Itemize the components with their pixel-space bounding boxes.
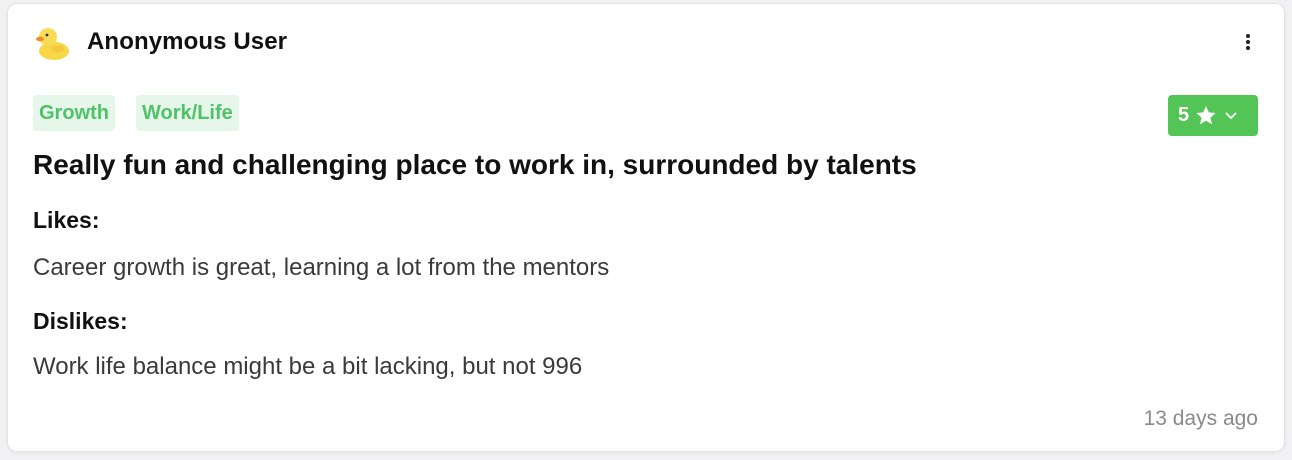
review-card: Anonymous User Growth Work/Life 5 Really… [7, 3, 1285, 452]
tag-work-life[interactable]: Work/Life [136, 95, 239, 131]
more-vertical-icon [1246, 34, 1250, 50]
tag-list: Growth Work/Life [33, 95, 239, 131]
review-header: Anonymous User [32, 22, 287, 62]
tag-growth[interactable]: Growth [33, 95, 115, 131]
more-options-button[interactable] [1238, 30, 1258, 54]
author-name: Anonymous User [87, 28, 288, 55]
dislikes-text: Work life balance might be a bit lacking… [33, 353, 583, 380]
likes-label: Likes: [33, 207, 100, 233]
chevron-down-icon [1225, 112, 1237, 119]
rating-dropdown[interactable]: 5 [1168, 95, 1258, 136]
likes-text: Career growth is great, learning a lot f… [33, 254, 610, 281]
star-icon [1196, 106, 1216, 125]
review-title: Really fun and challenging place to work… [33, 149, 917, 180]
rating-value: 5 [1178, 104, 1190, 126]
duck-avatar-icon [36, 28, 69, 60]
review-timestamp: 13 days ago [1143, 407, 1258, 430]
dislikes-label: Dislikes: [33, 308, 128, 334]
